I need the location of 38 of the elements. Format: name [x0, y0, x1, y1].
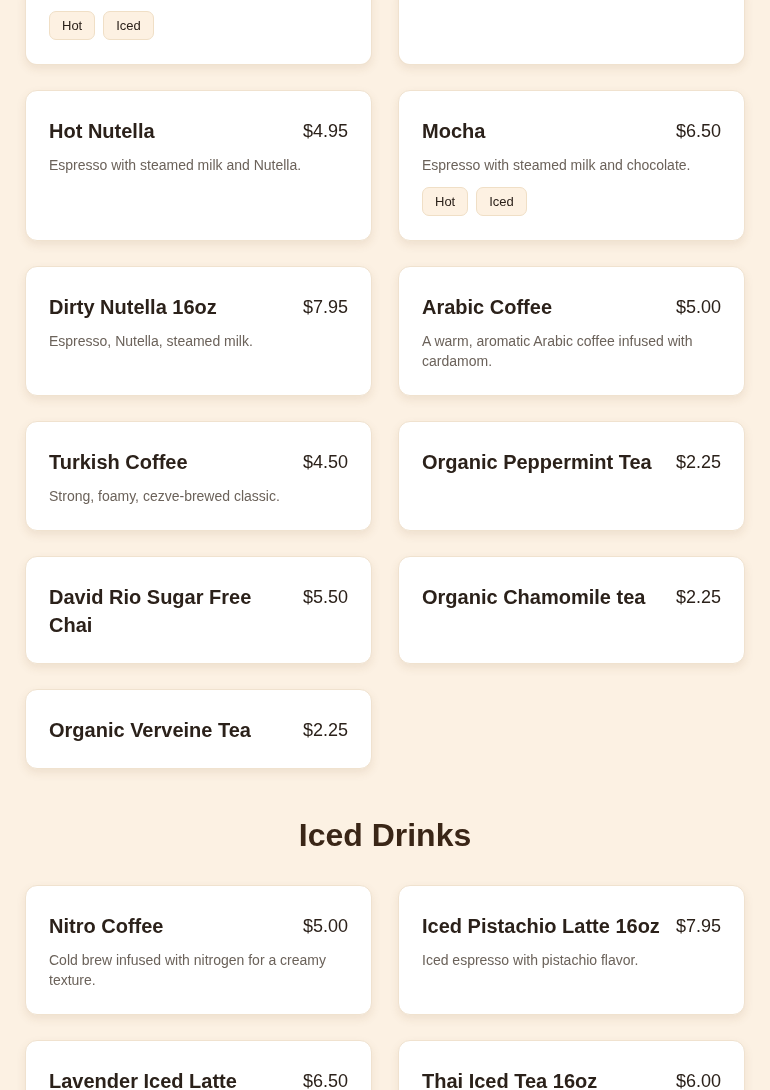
item-name: Mocha — [422, 119, 486, 144]
item-price: $2.25 — [675, 586, 721, 609]
tag: Hot — [49, 11, 96, 40]
item-price: $4.95 — [302, 120, 348, 143]
item-name: Arabic Coffee — [422, 295, 553, 320]
item-description: Espresso with steamed milk and Nutella. — [49, 156, 303, 175]
item-name: Lavender Iced Latte — [49, 1069, 237, 1090]
section-heading: Iced Drinks — [297, 816, 473, 855]
item-price: $2.25 — [675, 451, 721, 474]
item-description: Espresso, Nutella, steamed milk. — [49, 332, 254, 351]
item-price: $6.50 — [675, 120, 721, 143]
item-price: $7.95 — [675, 915, 721, 938]
item-name: Nitro Coffee — [49, 914, 164, 939]
item-name: Organic Verveine Tea — [49, 718, 251, 743]
item-price: $4.50 — [302, 451, 348, 474]
item-description: Strong, foamy, cezve-brewed classic. — [49, 487, 281, 506]
item-description: Cold brew infused with nitrogen for a creamy texture. — [49, 951, 328, 990]
item-price: $5.50 — [302, 586, 348, 609]
item-price: $6.00 — [675, 1070, 721, 1090]
item-name: Hot Nutella — [49, 119, 155, 144]
item-price: $5.00 — [675, 296, 721, 319]
item-name: Thai Iced Tea 16oz — [422, 1069, 598, 1090]
item-name: Iced Pistachio Latte 16oz — [422, 914, 660, 939]
item-name: Dirty Nutella 16oz — [49, 295, 217, 320]
item-price: $5.00 — [302, 915, 348, 938]
tag: Iced — [103, 11, 154, 40]
item-name: David Rio Sugar Free Chai — [49, 585, 253, 638]
item-price: $2.25 — [302, 719, 348, 742]
item-description: A warm, aromatic Arabic coffee infused with cardamom. — [422, 332, 694, 371]
item-price: $6.50 — [302, 1070, 348, 1090]
item-description: Iced espresso with pistachio flavor. — [422, 951, 640, 970]
item-name: Turkish Coffee — [49, 450, 188, 475]
item-description: Espresso with steamed milk and chocolate. — [422, 156, 692, 175]
item-name: Organic Chamomile tea — [422, 585, 646, 610]
item-name: Organic Peppermint Tea — [422, 450, 652, 475]
item-price: $7.95 — [302, 296, 348, 319]
tag: Hot — [422, 187, 469, 216]
tag: Iced — [476, 187, 527, 216]
